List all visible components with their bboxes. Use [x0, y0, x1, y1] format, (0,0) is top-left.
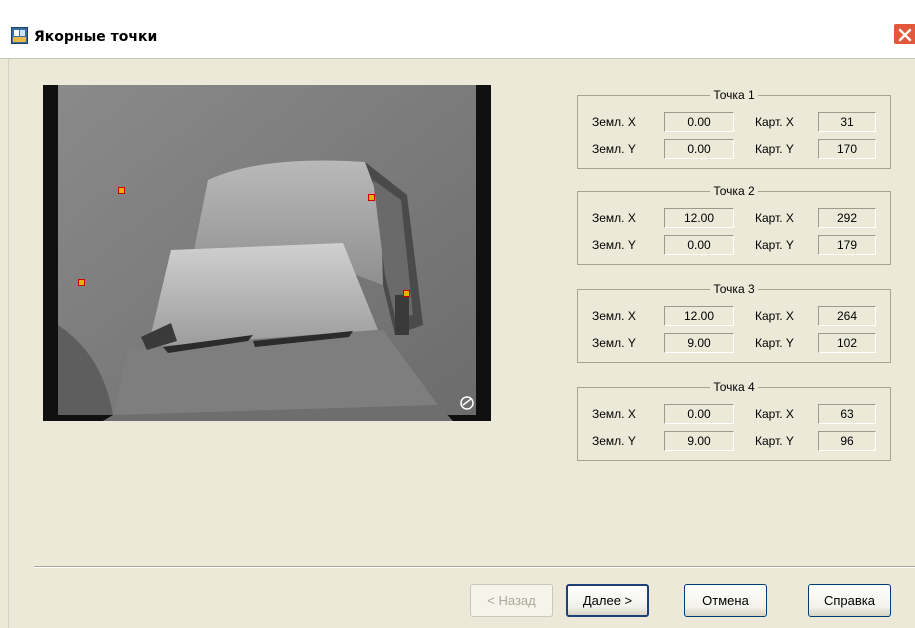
close-icon: [898, 28, 912, 42]
point-group-title: Точка 3: [710, 282, 758, 296]
ground-y-label: Земл. Y: [592, 238, 636, 252]
map-x-field[interactable]: 63: [818, 404, 876, 424]
map-x-label: Карт. X: [755, 407, 794, 421]
ground-y-field[interactable]: 0.00: [664, 139, 734, 159]
camera-preview[interactable]: [43, 85, 491, 421]
title-bar: Якорные точки: [0, 0, 915, 59]
anchor-marker-3[interactable]: [368, 194, 375, 201]
next-button[interactable]: Далее >: [566, 584, 649, 617]
map-x-field[interactable]: 31: [818, 112, 876, 132]
point-group-title: Точка 1: [710, 88, 758, 102]
camera-frame-image: [43, 85, 491, 421]
anchor-marker-4[interactable]: [118, 187, 125, 194]
map-y-field[interactable]: 170: [818, 139, 876, 159]
ground-x-label: Земл. X: [592, 309, 636, 323]
map-y-label: Карт. Y: [755, 434, 794, 448]
ground-y-field[interactable]: 9.00: [664, 333, 734, 353]
map-y-label: Карт. Y: [755, 336, 794, 350]
point-group-3: Точка 3 Земл. X 12.00 Карт. X 264 Земл. …: [577, 282, 891, 363]
point-group-title: Точка 2: [710, 184, 758, 198]
map-y-field[interactable]: 179: [818, 235, 876, 255]
title-separator: [0, 58, 915, 59]
point-group-title: Точка 4: [710, 380, 758, 394]
map-x-field[interactable]: 264: [818, 306, 876, 326]
map-y-field[interactable]: 96: [818, 431, 876, 451]
ground-x-label: Земл. X: [592, 211, 636, 225]
map-x-label: Карт. X: [755, 211, 794, 225]
ground-y-field[interactable]: 0.00: [664, 235, 734, 255]
cancel-button[interactable]: Отмена: [684, 584, 767, 617]
window-title: Якорные точки: [34, 29, 158, 45]
map-y-label: Карт. Y: [755, 142, 794, 156]
close-button[interactable]: [893, 23, 915, 45]
ground-x-field[interactable]: 0.00: [664, 112, 734, 132]
anchor-marker-2[interactable]: [403, 290, 410, 297]
map-x-field[interactable]: 292: [818, 208, 876, 228]
map-x-label: Карт. X: [755, 309, 794, 323]
ground-x-field[interactable]: 12.00: [664, 208, 734, 228]
ground-y-label: Земл. Y: [592, 434, 636, 448]
ground-x-label: Земл. X: [592, 407, 636, 421]
point-group-4: Точка 4 Земл. X 0.00 Карт. X 63 Земл. Y …: [577, 380, 891, 461]
point-group-1: Точка 1 Земл. X 0.00 Карт. X 31 Земл. Y …: [577, 88, 891, 169]
point-group-2: Точка 2 Земл. X 12.00 Карт. X 292 Земл. …: [577, 184, 891, 265]
anchor-points-dialog: Якорные точки Точка 1 Земл. X 0.00 Карт.…: [0, 0, 915, 628]
ground-x-label: Земл. X: [592, 115, 636, 129]
help-button[interactable]: Справка: [808, 584, 891, 617]
back-button[interactable]: < Назад: [470, 584, 553, 617]
map-y-field[interactable]: 102: [818, 333, 876, 353]
window-left-edge: [0, 59, 9, 628]
ground-y-field[interactable]: 9.00: [664, 431, 734, 451]
map-x-label: Карт. X: [755, 115, 794, 129]
footer-separator-highlight: [34, 567, 915, 568]
anchor-marker-1[interactable]: [78, 279, 85, 286]
app-icon: [11, 27, 28, 44]
map-y-label: Карт. Y: [755, 238, 794, 252]
ground-x-field[interactable]: 12.00: [664, 306, 734, 326]
ground-x-field[interactable]: 0.00: [664, 404, 734, 424]
ground-y-label: Земл. Y: [592, 142, 636, 156]
ground-y-label: Земл. Y: [592, 336, 636, 350]
